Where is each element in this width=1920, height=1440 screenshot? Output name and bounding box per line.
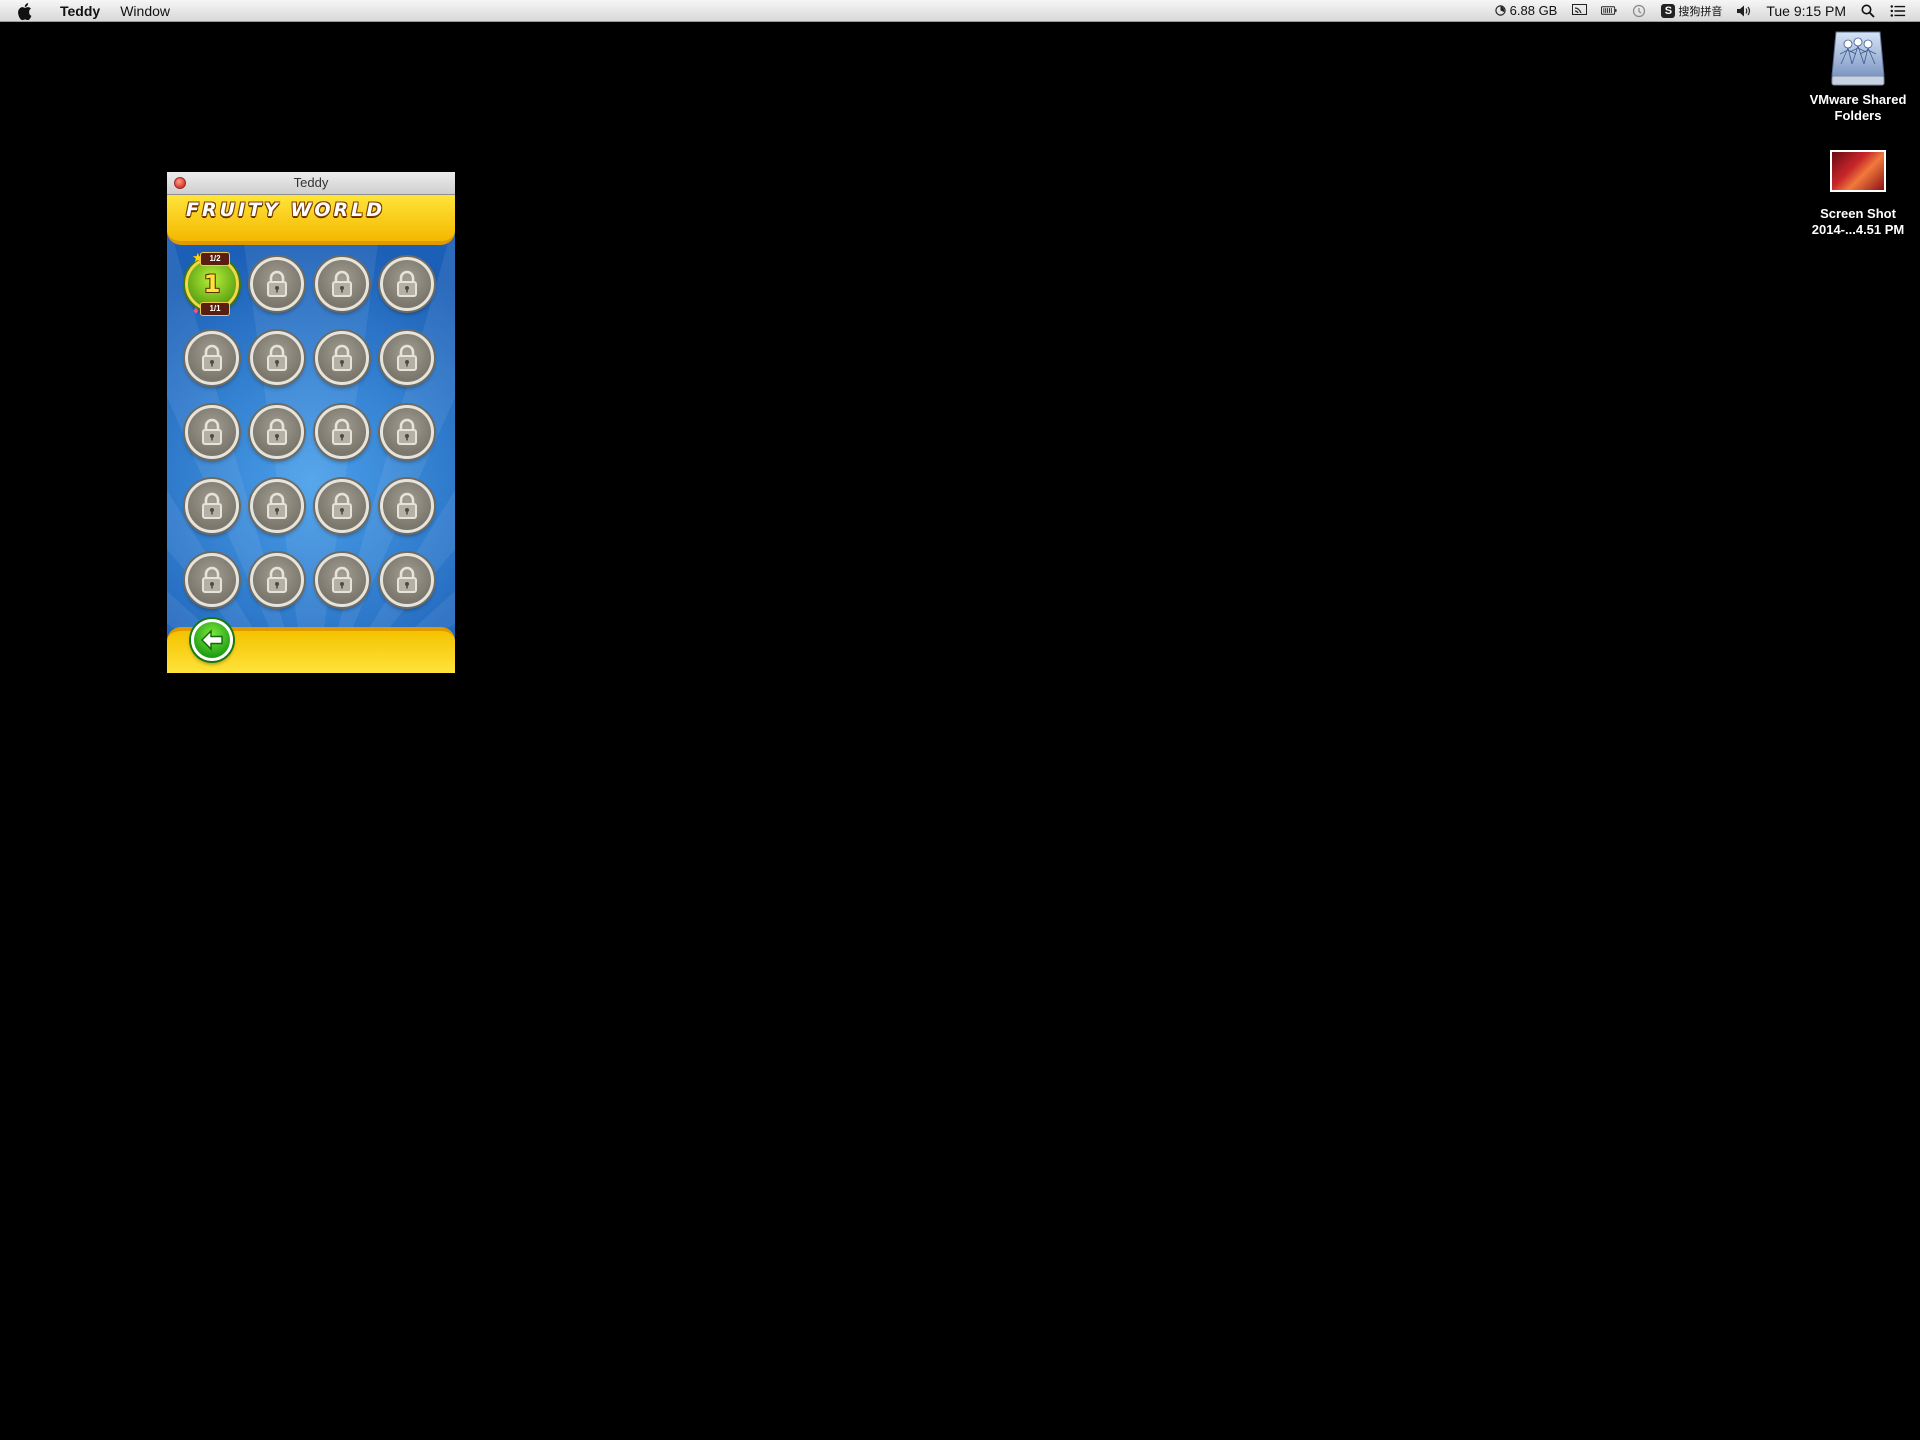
lock-icon xyxy=(329,566,355,594)
lock-icon xyxy=(394,566,420,594)
level-12-locked-button[interactable] xyxy=(380,405,434,459)
lock-icon xyxy=(264,418,290,446)
lock-icon xyxy=(329,418,355,446)
lock-icon xyxy=(394,492,420,520)
level-6-locked-button[interactable] xyxy=(250,331,304,385)
level-20-locked-button[interactable] xyxy=(380,553,434,607)
lock-icon xyxy=(264,566,290,594)
lock-icon xyxy=(264,344,290,372)
game-canvas[interactable]: FRUITY WORLD ★ 1/2 1 ♦ 1/1 xyxy=(167,195,455,673)
lock-icon xyxy=(199,566,225,594)
level-9-locked-button[interactable] xyxy=(185,405,239,459)
stars-count-badge: 1/2 xyxy=(200,252,230,266)
apple-menu-icon[interactable] xyxy=(18,1,38,21)
desktop-icon-label: Screen Shot 2014-...4.51 PM xyxy=(1811,206,1905,237)
level-10-locked-button[interactable] xyxy=(250,405,304,459)
gems-count-badge: 1/1 xyxy=(200,302,230,316)
memory-indicator[interactable]: 6.88 GB xyxy=(1494,3,1558,18)
level-15-locked-button[interactable] xyxy=(315,479,369,533)
menu-window[interactable]: Window xyxy=(120,3,170,19)
level-7-locked-button[interactable] xyxy=(315,331,369,385)
level-2-locked-button[interactable] xyxy=(250,257,304,311)
window-titlebar[interactable]: Teddy xyxy=(167,172,455,195)
network-drive-icon xyxy=(1830,28,1886,88)
lock-icon xyxy=(264,270,290,298)
gem-icon: ♦ xyxy=(193,305,199,317)
lock-icon xyxy=(394,344,420,372)
clock[interactable]: Tue 9:15 PM xyxy=(1766,3,1846,19)
lock-icon xyxy=(394,418,420,446)
teddy-window: Teddy FRUITY WORLD ★ 1/2 1 ♦ 1/1 xyxy=(167,172,455,673)
level-11-locked-button[interactable] xyxy=(315,405,369,459)
memory-gauge-icon xyxy=(1494,5,1506,16)
lock-icon xyxy=(199,418,225,446)
level-18-locked-button[interactable] xyxy=(250,553,304,607)
level-3-locked-button[interactable] xyxy=(315,257,369,311)
level-1-button[interactable]: ★ 1/2 1 ♦ 1/1 xyxy=(185,250,239,317)
image-thumbnail-icon xyxy=(1830,150,1886,192)
lock-icon xyxy=(329,492,355,520)
level-13-locked-button[interactable] xyxy=(185,479,239,533)
menu-bar: Teddy Window 6.88 GB S 搜狗拼音 Tue 9:15 PM xyxy=(0,0,1920,22)
spotlight-search-icon[interactable] xyxy=(1860,4,1876,18)
level-grid: ★ 1/2 1 ♦ 1/1 xyxy=(185,250,437,607)
lock-icon xyxy=(199,492,225,520)
level-17-locked-button[interactable] xyxy=(185,553,239,607)
airplay-icon[interactable] xyxy=(1571,4,1587,18)
lock-icon xyxy=(329,270,355,298)
level-5-locked-button[interactable] xyxy=(185,331,239,385)
desktop-icon-vmware-shared-folders[interactable]: VMware Shared Folders xyxy=(1803,28,1913,124)
volume-icon[interactable] xyxy=(1736,4,1752,18)
lock-icon xyxy=(329,344,355,372)
level-4-locked-button[interactable] xyxy=(380,257,434,311)
desktop-icon-label: VMware Shared Folders xyxy=(1809,92,1907,123)
desktop-icon-screenshot[interactable]: Screen Shot 2014-...4.51 PM xyxy=(1803,150,1913,238)
time-machine-icon[interactable] xyxy=(1631,4,1647,18)
memory-value: 6.88 GB xyxy=(1509,3,1558,18)
window-title: Teddy xyxy=(293,175,329,190)
input-method-menu[interactable]: S 搜狗拼音 xyxy=(1661,3,1722,19)
notification-center-icon[interactable] xyxy=(1890,4,1906,18)
sogou-input-icon: S xyxy=(1661,3,1676,18)
app-menu-teddy[interactable]: Teddy xyxy=(60,3,100,19)
level-16-locked-button[interactable] xyxy=(380,479,434,533)
level-number: 1 xyxy=(203,270,221,298)
lock-icon xyxy=(394,270,420,298)
close-window-button[interactable] xyxy=(174,177,186,189)
level-19-locked-button[interactable] xyxy=(315,553,369,607)
back-arrow-icon xyxy=(201,629,223,651)
battery-icon[interactable] xyxy=(1601,4,1617,18)
input-method-label: 搜狗拼音 xyxy=(1678,5,1723,18)
level-8-locked-button[interactable] xyxy=(380,331,434,385)
back-button[interactable] xyxy=(191,619,233,661)
world-title: FRUITY WORLD xyxy=(186,199,386,221)
level-14-locked-button[interactable] xyxy=(250,479,304,533)
header-banner: FRUITY WORLD xyxy=(167,195,455,245)
lock-icon xyxy=(264,492,290,520)
lock-icon xyxy=(199,344,225,372)
